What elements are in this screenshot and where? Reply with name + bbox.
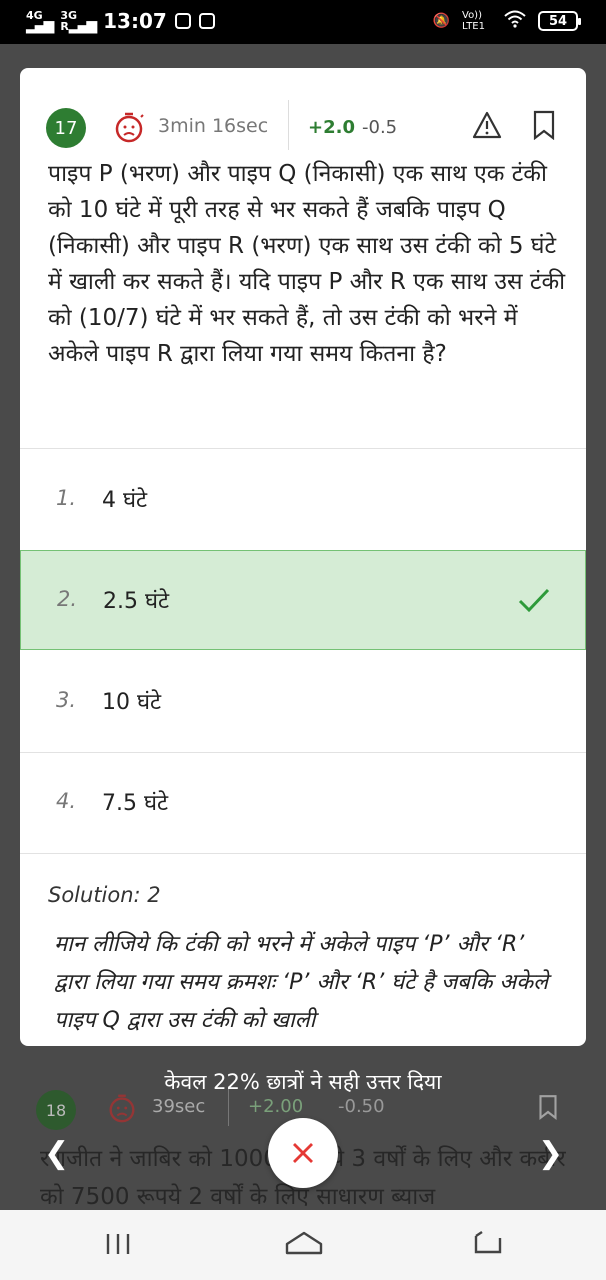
timer-sad-icon [115,112,144,143]
network-3g-indicator: 3G R▂▄▆ [60,9,97,34]
battery-indicator: 54 [538,11,581,31]
close-icon [293,1143,313,1163]
option-4[interactable]: 4. 7.5 घंटे [20,753,586,853]
question-number: 17 [46,108,86,148]
mic-icon [198,13,215,29]
timer-text: 3min 16sec [158,115,269,137]
close-button[interactable] [268,1118,338,1188]
chevron-right-icon[interactable]: ❯ [538,1136,563,1171]
solution-title: Solution: 2 [48,883,161,907]
wifi-icon [504,10,526,32]
divider [20,853,586,854]
option-1[interactable]: 1. 4 घंटे [20,450,586,550]
marks-minus: -0.5 [362,117,398,138]
clock: 13:07 [103,9,167,33]
option-number: 1. [56,486,77,510]
option-number: 3. [56,688,77,712]
volte-indicator: Vo)) LTE1 [462,10,485,32]
option-text: 2.5 घंटे [103,589,170,614]
timer-sad-icon [109,1094,135,1123]
next-question-marks-plus: +2.00 [248,1096,304,1117]
divider [288,100,289,150]
option-number: 4. [56,789,77,813]
menu-icon[interactable] [104,1228,132,1258]
solution-text: मान लीजिये कि टंकी को भरने में अकेले पाइ… [54,932,549,1033]
warning-icon[interactable] [472,110,502,140]
system-nav-bar [0,1210,606,1280]
option-number: 2. [57,587,78,611]
bookmark-icon[interactable] [532,110,556,140]
next-question-timer: 39sec [152,1096,206,1117]
back-icon[interactable] [472,1228,504,1258]
question-text: पाइप P (भरण) और पाइप Q (निकासी) एक साथ ए… [48,161,566,367]
network-4g-indicator: 4G ▂▄▆ [26,9,54,34]
chevron-left-icon[interactable]: ❮ [44,1136,69,1171]
next-question-number: 18 [36,1090,76,1130]
option-3[interactable]: 3. 10 घंटे [20,652,586,752]
home-icon[interactable] [283,1228,325,1258]
option-text: 10 घंटे [102,690,162,715]
divider [20,448,586,449]
marks-plus: +2.0 [308,117,355,138]
option-text: 7.5 घंटे [102,791,169,816]
option-2[interactable]: 2. 2.5 घंटे [20,550,586,650]
bookmark-icon [539,1095,557,1120]
option-text: 4 घंटे [102,488,148,513]
status-bar: 4G ▂▄▆ 3G R▂▄▆ 13:07 🔕 Vo)) LTE1 54 [0,0,606,44]
question-header: 17 3min 16sec +2.0 -0.5 [20,100,586,156]
correct-percent-text: केवल 22% छात्रों ने सही उत्तर दिया [164,1070,442,1094]
question-card: 17 3min 16sec +2.0 -0.5 पाइप P (भरण) और … [20,68,586,1046]
next-question-marks-minus: -0.50 [338,1096,385,1117]
message-icon [174,13,191,29]
check-icon [518,588,550,613]
mute-icon: 🔕 [432,13,450,29]
